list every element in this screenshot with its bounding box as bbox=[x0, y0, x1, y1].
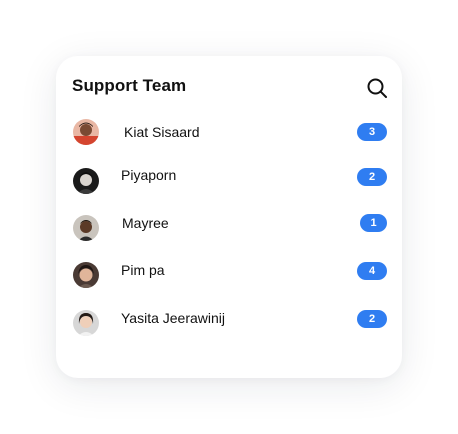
card-title: Support Team bbox=[72, 76, 187, 95]
member-name: Yasita Jeerawinij bbox=[121, 310, 226, 326]
unread-count-badge: 4 bbox=[357, 262, 387, 280]
avatar bbox=[73, 262, 99, 288]
member-row[interactable]: Kiat Sisaard 3 bbox=[56, 114, 402, 150]
member-name: Piyaporn bbox=[121, 167, 177, 183]
member-row[interactable]: Yasita Jeerawinij 2 bbox=[56, 304, 402, 340]
avatar bbox=[73, 310, 99, 336]
unread-count-badge: 2 bbox=[357, 310, 387, 328]
member-row[interactable]: Piyaporn 2 bbox=[56, 160, 402, 196]
avatar bbox=[73, 119, 99, 145]
unread-count-badge: 2 bbox=[357, 168, 387, 186]
member-name: Mayree bbox=[122, 215, 169, 231]
member-name: Pim pa bbox=[121, 262, 165, 278]
support-team-card: Support Team Kiat Sisaard 3 Piyaporn 2 M… bbox=[56, 56, 402, 378]
search-button[interactable] bbox=[366, 77, 388, 99]
member-row[interactable]: Pim pa 4 bbox=[56, 256, 402, 292]
search-icon bbox=[367, 78, 387, 98]
avatar bbox=[73, 168, 99, 194]
avatar bbox=[73, 215, 99, 241]
unread-count-badge: 1 bbox=[360, 214, 387, 232]
member-row[interactable]: Mayree 1 bbox=[56, 208, 402, 244]
unread-count-badge: 3 bbox=[357, 123, 387, 141]
member-name: Kiat Sisaard bbox=[124, 124, 200, 140]
